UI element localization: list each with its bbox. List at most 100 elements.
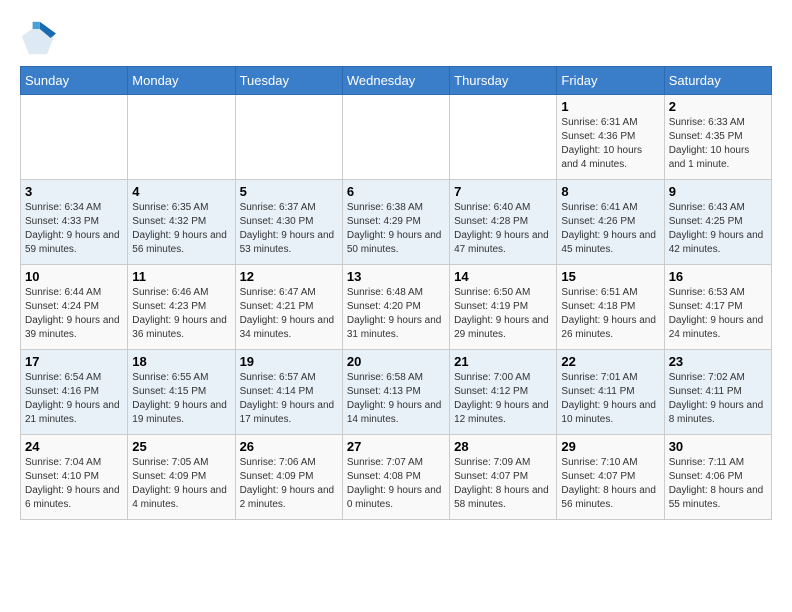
calendar-cell: 24 Sunrise: 7:04 AM Sunset: 4:10 PM Dayli… — [21, 435, 128, 520]
day-number: 14 — [454, 269, 552, 284]
calendar-cell: 1 Sunrise: 6:31 AM Sunset: 4:36 PM Daylig… — [557, 95, 664, 180]
calendar-table: SundayMondayTuesdayWednesdayThursdayFrid… — [20, 66, 772, 520]
calendar-cell — [450, 95, 557, 180]
day-info: Sunrise: 6:38 AM Sunset: 4:29 PM Dayligh… — [347, 201, 445, 257]
day-number: 1 — [561, 99, 659, 114]
day-info: Sunrise: 6:37 AM Sunset: 4:30 PM Dayligh… — [240, 201, 338, 257]
day-number: 16 — [669, 269, 767, 284]
calendar-cell: 17 Sunrise: 6:54 AM Sunset: 4:16 PM Dayli… — [21, 350, 128, 435]
calendar-cell: 16 Sunrise: 6:53 AM Sunset: 4:17 PM Dayli… — [664, 265, 771, 350]
day-number: 13 — [347, 269, 445, 284]
day-number: 27 — [347, 439, 445, 454]
day-info: Sunrise: 6:43 AM Sunset: 4:25 PM Dayligh… — [669, 201, 767, 257]
day-number: 24 — [25, 439, 123, 454]
day-number: 9 — [669, 184, 767, 199]
day-info: Sunrise: 7:11 AM Sunset: 4:06 PM Dayligh… — [669, 456, 767, 512]
calendar-cell: 15 Sunrise: 6:51 AM Sunset: 4:18 PM Dayli… — [557, 265, 664, 350]
calendar-cell: 23Sunrise: 7:02 AM Sunset: 4:11 PM Dayli… — [664, 350, 771, 435]
day-number: 17 — [25, 354, 123, 369]
calendar-cell — [342, 95, 449, 180]
day-number: 22 — [561, 354, 659, 369]
calendar-cell — [21, 95, 128, 180]
calendar-cell: 10 Sunrise: 6:44 AM Sunset: 4:24 PM Dayli… — [21, 265, 128, 350]
calendar-cell: 20Sunrise: 6:58 AM Sunset: 4:13 PM Dayli… — [342, 350, 449, 435]
calendar-cell: 9 Sunrise: 6:43 AM Sunset: 4:25 PM Daylig… — [664, 180, 771, 265]
calendar-cell: 28Sunrise: 7:09 AM Sunset: 4:07 PM Dayli… — [450, 435, 557, 520]
day-info: Sunrise: 6:35 AM Sunset: 4:32 PM Dayligh… — [132, 201, 230, 257]
day-number: 19 — [240, 354, 338, 369]
day-number: 20 — [347, 354, 445, 369]
weekday-header: Thursday — [450, 67, 557, 95]
day-info: Sunrise: 7:01 AM Sunset: 4:11 PM Dayligh… — [561, 371, 659, 427]
day-info: Sunrise: 7:00 AM Sunset: 4:12 PM Dayligh… — [454, 371, 552, 427]
weekday-header: Wednesday — [342, 67, 449, 95]
day-info: Sunrise: 6:51 AM Sunset: 4:18 PM Dayligh… — [561, 286, 659, 342]
calendar-cell: 4Sunrise: 6:35 AM Sunset: 4:32 PM Daylig… — [128, 180, 235, 265]
calendar-cell: 2Sunrise: 6:33 AM Sunset: 4:35 PM Daylig… — [664, 95, 771, 180]
day-info: Sunrise: 6:50 AM Sunset: 4:19 PM Dayligh… — [454, 286, 552, 342]
day-number: 15 — [561, 269, 659, 284]
weekday-header: Sunday — [21, 67, 128, 95]
day-info: Sunrise: 6:54 AM Sunset: 4:16 PM Dayligh… — [25, 371, 123, 427]
calendar-header-row: SundayMondayTuesdayWednesdayThursdayFrid… — [21, 67, 772, 95]
day-info: Sunrise: 6:48 AM Sunset: 4:20 PM Dayligh… — [347, 286, 445, 342]
day-number: 6 — [347, 184, 445, 199]
calendar-cell: 6 Sunrise: 6:38 AM Sunset: 4:29 PM Daylig… — [342, 180, 449, 265]
logo-icon — [20, 20, 56, 56]
day-number: 23 — [669, 354, 767, 369]
weekday-header: Friday — [557, 67, 664, 95]
calendar-cell: 27 Sunrise: 7:07 AM Sunset: 4:08 PM Dayli… — [342, 435, 449, 520]
calendar-week-row: 1 Sunrise: 6:31 AM Sunset: 4:36 PM Daylig… — [21, 95, 772, 180]
day-info: Sunrise: 7:10 AM Sunset: 4:07 PM Dayligh… — [561, 456, 659, 512]
calendar-cell: 5 Sunrise: 6:37 AM Sunset: 4:30 PM Daylig… — [235, 180, 342, 265]
day-number: 29 — [561, 439, 659, 454]
calendar-week-row: 3 Sunrise: 6:34 AM Sunset: 4:33 PM Daylig… — [21, 180, 772, 265]
calendar-cell: 25Sunrise: 7:05 AM Sunset: 4:09 PM Dayli… — [128, 435, 235, 520]
day-info: Sunrise: 7:04 AM Sunset: 4:10 PM Dayligh… — [25, 456, 123, 512]
day-number: 3 — [25, 184, 123, 199]
calendar-cell: 18 Sunrise: 6:55 AM Sunset: 4:15 PM Dayli… — [128, 350, 235, 435]
day-info: Sunrise: 6:44 AM Sunset: 4:24 PM Dayligh… — [25, 286, 123, 342]
day-info: Sunrise: 6:47 AM Sunset: 4:21 PM Dayligh… — [240, 286, 338, 342]
day-info: Sunrise: 6:41 AM Sunset: 4:26 PM Dayligh… — [561, 201, 659, 257]
weekday-header: Tuesday — [235, 67, 342, 95]
day-number: 5 — [240, 184, 338, 199]
day-info: Sunrise: 6:55 AM Sunset: 4:15 PM Dayligh… — [132, 371, 230, 427]
calendar-cell: 30Sunrise: 7:11 AM Sunset: 4:06 PM Dayli… — [664, 435, 771, 520]
calendar-cell: 19Sunrise: 6:57 AM Sunset: 4:14 PM Dayli… — [235, 350, 342, 435]
day-number: 18 — [132, 354, 230, 369]
day-info: Sunrise: 6:34 AM Sunset: 4:33 PM Dayligh… — [25, 201, 123, 257]
day-number: 7 — [454, 184, 552, 199]
calendar-week-row: 24 Sunrise: 7:04 AM Sunset: 4:10 PM Dayli… — [21, 435, 772, 520]
calendar-cell — [128, 95, 235, 180]
day-number: 12 — [240, 269, 338, 284]
day-info: Sunrise: 7:07 AM Sunset: 4:08 PM Dayligh… — [347, 456, 445, 512]
day-number: 11 — [132, 269, 230, 284]
calendar-cell: 3 Sunrise: 6:34 AM Sunset: 4:33 PM Daylig… — [21, 180, 128, 265]
weekday-header: Saturday — [664, 67, 771, 95]
calendar-week-row: 10 Sunrise: 6:44 AM Sunset: 4:24 PM Dayli… — [21, 265, 772, 350]
page-header — [20, 20, 772, 56]
calendar-cell — [235, 95, 342, 180]
calendar-cell: 21 Sunrise: 7:00 AM Sunset: 4:12 PM Dayli… — [450, 350, 557, 435]
calendar-cell: 13 Sunrise: 6:48 AM Sunset: 4:20 PM Dayli… — [342, 265, 449, 350]
logo — [20, 20, 62, 56]
day-number: 8 — [561, 184, 659, 199]
calendar-cell: 8 Sunrise: 6:41 AM Sunset: 4:26 PM Daylig… — [557, 180, 664, 265]
day-info: Sunrise: 6:33 AM Sunset: 4:35 PM Dayligh… — [669, 116, 767, 172]
day-number: 25 — [132, 439, 230, 454]
calendar-cell: 12 Sunrise: 6:47 AM Sunset: 4:21 PM Dayli… — [235, 265, 342, 350]
calendar-cell: 7Sunrise: 6:40 AM Sunset: 4:28 PM Daylig… — [450, 180, 557, 265]
day-number: 10 — [25, 269, 123, 284]
calendar-cell: 22 Sunrise: 7:01 AM Sunset: 4:11 PM Dayli… — [557, 350, 664, 435]
day-info: Sunrise: 6:31 AM Sunset: 4:36 PM Dayligh… — [561, 116, 659, 172]
day-number: 21 — [454, 354, 552, 369]
day-number: 26 — [240, 439, 338, 454]
day-info: Sunrise: 6:46 AM Sunset: 4:23 PM Dayligh… — [132, 286, 230, 342]
calendar-cell: 26 Sunrise: 7:06 AM Sunset: 4:09 PM Dayli… — [235, 435, 342, 520]
day-info: Sunrise: 7:06 AM Sunset: 4:09 PM Dayligh… — [240, 456, 338, 512]
weekday-header: Monday — [128, 67, 235, 95]
calendar-cell: 14 Sunrise: 6:50 AM Sunset: 4:19 PM Dayli… — [450, 265, 557, 350]
calendar-week-row: 17 Sunrise: 6:54 AM Sunset: 4:16 PM Dayli… — [21, 350, 772, 435]
day-info: Sunrise: 6:53 AM Sunset: 4:17 PM Dayligh… — [669, 286, 767, 342]
